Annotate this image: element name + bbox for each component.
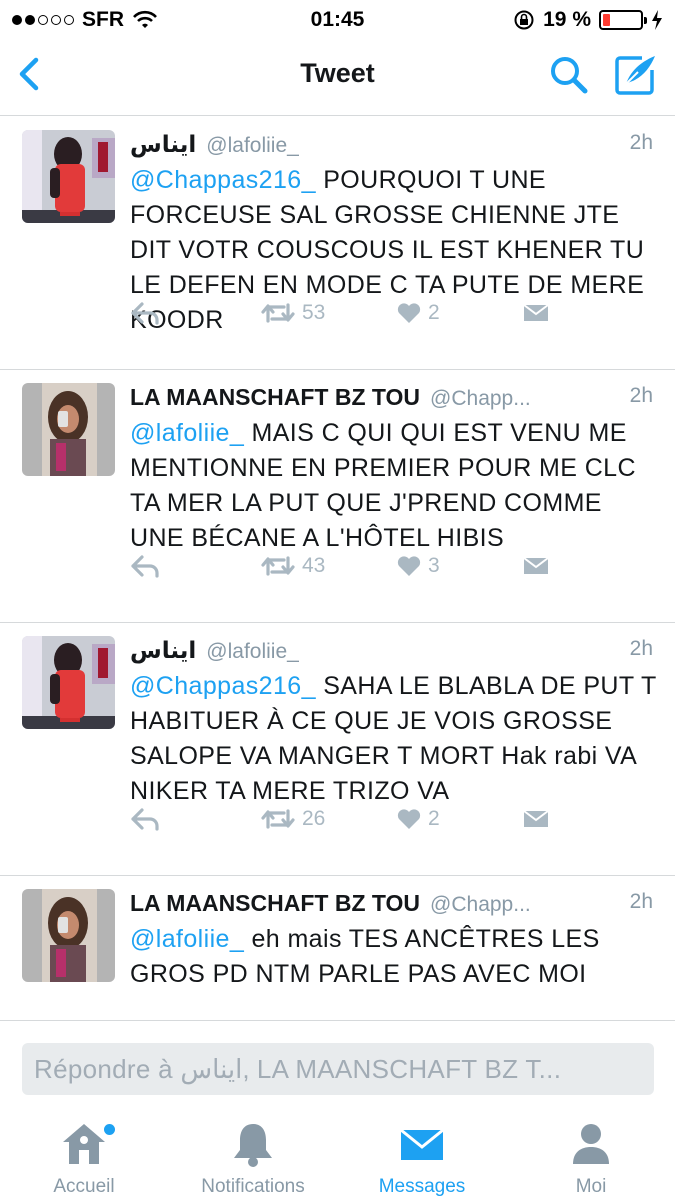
search-button[interactable] — [548, 54, 590, 96]
reply-input[interactable]: Répondre à ايناس, LA MAANSCHAFT BZ T... — [22, 1043, 654, 1095]
retweet-icon — [261, 303, 295, 323]
navigation-bar: Tweet — [0, 40, 675, 116]
heart-icon — [397, 303, 421, 323]
tab-home[interactable]: Accueil — [0, 1110, 168, 1200]
retweet-icon — [261, 556, 295, 576]
tweet-time: 2h — [629, 637, 653, 660]
like-button[interactable]: 3 — [396, 554, 440, 578]
tab-label: Notifications — [201, 1176, 305, 1197]
envelope-icon — [397, 1120, 447, 1168]
avatar[interactable] — [22, 383, 115, 476]
retweet-count: 53 — [302, 301, 326, 324]
reply-button[interactable] — [130, 807, 160, 831]
avatar[interactable] — [22, 636, 115, 729]
direct-message-button[interactable] — [522, 301, 550, 325]
retweet-button[interactable]: 53 — [260, 301, 325, 325]
tweet-text: @Chappas216_ SAHA LE BLABLA DE PUT T HAB… — [130, 669, 657, 809]
tweet-header: LA MAANSCHAFT BZ TOU @Chapp... 2h — [130, 384, 653, 416]
tweet[interactable]: ايناس @lafoliie_ 2h @Chappas216_ SAHA LE… — [0, 623, 675, 876]
battery-level — [603, 14, 610, 26]
compose-icon — [615, 56, 655, 95]
retweet-button[interactable]: 26 — [260, 807, 325, 831]
display-name[interactable]: ايناس — [130, 131, 196, 158]
charging-icon — [652, 10, 662, 30]
like-button[interactable]: 2 — [396, 807, 440, 831]
like-button[interactable]: 2 — [396, 301, 440, 325]
battery-icon — [599, 10, 647, 30]
tweet-time: 2h — [629, 890, 653, 913]
tweet-thread: ايناس @lafoliie_ 2h @Chappas216_ POURQUO… — [0, 117, 675, 1020]
heart-icon — [397, 809, 421, 829]
mention-link[interactable]: @lafoliie_ — [130, 925, 244, 953]
tab-label: Moi — [575, 1176, 607, 1197]
status-bar: SFR 01:45 19 % — [0, 0, 675, 40]
user-handle[interactable]: @lafoliie_ — [206, 640, 299, 664]
mention-link[interactable]: @Chappas216_ — [130, 672, 316, 700]
like-count: 2 — [428, 807, 440, 830]
rotation-lock-icon — [514, 10, 534, 30]
home-icon — [59, 1120, 115, 1168]
reply-icon — [131, 808, 159, 831]
avatar-image — [22, 383, 115, 476]
user-handle[interactable]: @lafoliie_ — [206, 134, 299, 158]
envelope-icon — [523, 810, 549, 827]
retweet-count: 26 — [302, 807, 326, 830]
reply-button[interactable] — [130, 301, 160, 325]
avatar-image — [22, 636, 115, 729]
tweet-text: @lafoliie_ eh mais TES ANCÊTRES LES GROS… — [130, 922, 657, 992]
search-icon — [551, 57, 588, 94]
tweet-text: @Chappas216_ POURQUOI T UNE FORCEUSE SAL… — [130, 163, 657, 338]
tab-label: Messages — [378, 1176, 466, 1197]
battery-percent: 19 % — [543, 8, 591, 31]
reply-bar: Répondre à ايناس, LA MAANSCHAFT BZ T... — [0, 1020, 675, 1100]
reply-icon — [131, 555, 159, 578]
direct-message-button[interactable] — [522, 807, 550, 831]
tweet[interactable]: ايناس @lafoliie_ 2h @Chappas216_ POURQUO… — [0, 117, 675, 370]
tab-messages[interactable]: Messages — [338, 1110, 506, 1200]
direct-message-button[interactable] — [522, 554, 550, 578]
mention-link[interactable]: @Chappas216_ — [130, 166, 316, 194]
user-handle[interactable]: @Chapp... — [430, 387, 531, 411]
tweet-text: @lafoliie_ MAIS C QUI QUI EST VENU ME ME… — [130, 416, 657, 556]
tweet[interactable]: LA MAANSCHAFT BZ TOU @Chapp... 2h @lafol… — [0, 370, 675, 623]
like-count: 3 — [428, 554, 440, 577]
avatar[interactable] — [22, 130, 115, 223]
user-handle[interactable]: @Chapp... — [430, 893, 531, 917]
tab-bar: Accueil Notifications Messages Moi — [0, 1110, 675, 1200]
reply-button[interactable] — [130, 554, 160, 578]
status-right: 19 % — [513, 8, 663, 32]
bell-icon — [228, 1120, 278, 1168]
tweet[interactable]: LA MAANSCHAFT BZ TOU @Chapp... 2h @lafol… — [0, 876, 675, 1020]
tab-notifications[interactable]: Notifications — [169, 1110, 337, 1200]
tweet-header: LA MAANSCHAFT BZ TOU @Chapp... 2h — [130, 890, 653, 922]
tweet-time: 2h — [629, 384, 653, 407]
tweet-time: 2h — [629, 131, 653, 154]
envelope-icon — [523, 304, 549, 321]
like-count: 2 — [428, 301, 440, 324]
avatar-image — [22, 889, 115, 982]
heart-icon — [397, 556, 421, 576]
reply-icon — [131, 302, 159, 325]
display-name[interactable]: LA MAANSCHAFT BZ TOU — [130, 384, 420, 411]
mention-link[interactable]: @lafoliie_ — [130, 419, 244, 447]
tweet-header: ايناس @lafoliie_ 2h — [130, 637, 653, 669]
tab-label: Accueil — [53, 1176, 115, 1197]
retweet-button[interactable]: 43 — [260, 554, 325, 578]
display-name[interactable]: LA MAANSCHAFT BZ TOU — [130, 890, 420, 917]
avatar[interactable] — [22, 889, 115, 982]
avatar-image — [22, 130, 115, 223]
retweet-count: 43 — [302, 554, 326, 577]
compose-tweet-button[interactable] — [612, 52, 658, 98]
display-name[interactable]: ايناس — [130, 637, 196, 664]
tab-me[interactable]: Moi — [507, 1110, 675, 1200]
retweet-icon — [261, 809, 295, 829]
tweet-header: ايناس @lafoliie_ 2h — [130, 131, 653, 163]
envelope-icon — [523, 557, 549, 574]
notification-dot — [104, 1124, 115, 1135]
person-icon — [566, 1120, 616, 1168]
